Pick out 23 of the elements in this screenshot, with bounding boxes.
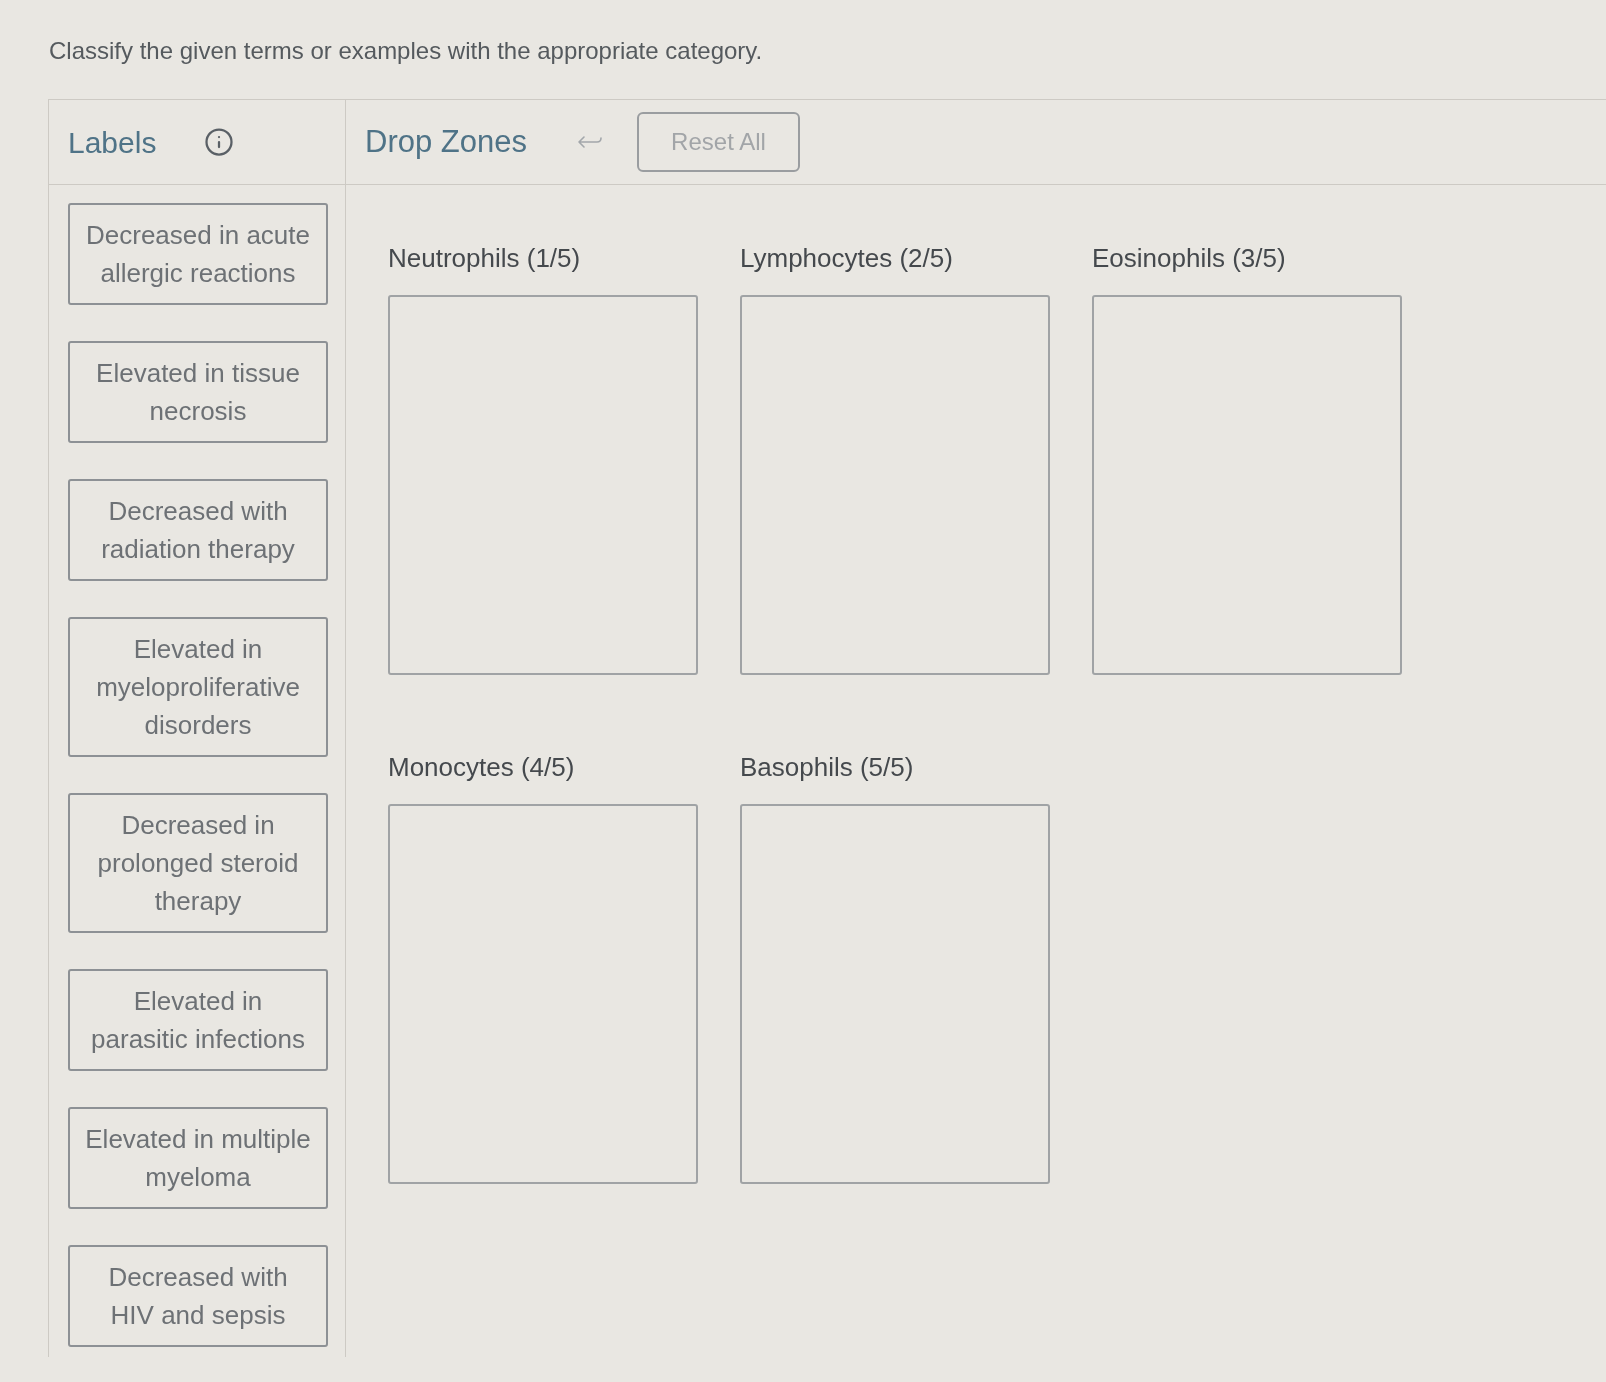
label-card[interactable]: Decreased in acute allergic reactions [68,203,328,305]
label-card[interactable]: Elevated in multiple myeloma [68,1107,328,1209]
drop-zone-box[interactable] [388,295,698,675]
label-card[interactable]: Decreased with HIV and sepsis [68,1245,328,1347]
back-arrow-icon[interactable] [576,134,603,150]
drop-zone-box[interactable] [740,804,1050,1184]
zone-title: Basophils (5/5) [740,751,915,783]
drop-zone-box[interactable] [388,804,698,1184]
info-icon[interactable] [204,127,235,157]
label-card[interactable]: Decreased in prolonged steroid therapy [68,793,328,933]
drop-zone-box[interactable] [1092,295,1402,675]
label-card[interactable]: Elevated in tissue necrosis [68,341,328,443]
zone-title: Lymphocytes (2/5) [740,242,954,274]
label-card[interactable]: Elevated in parasitic infections [68,969,328,1071]
drop-zone-box[interactable] [740,295,1050,675]
label-card[interactable]: Elevated in myeloproliferative disorders [68,617,328,757]
instruction-text: Classify the given terms or examples with the appropriate category. [49,37,763,64]
drop-zones-heading: Drop Zones [365,122,527,161]
label-card[interactable]: Decreased with radiation therapy [68,479,328,581]
zone-title: Neutrophils (1/5) [388,242,582,274]
zone-title: Eosinophils (3/5) [1092,242,1287,274]
zone-title: Monocytes (4/5) [388,751,576,783]
labels-heading: Labels [68,124,157,161]
